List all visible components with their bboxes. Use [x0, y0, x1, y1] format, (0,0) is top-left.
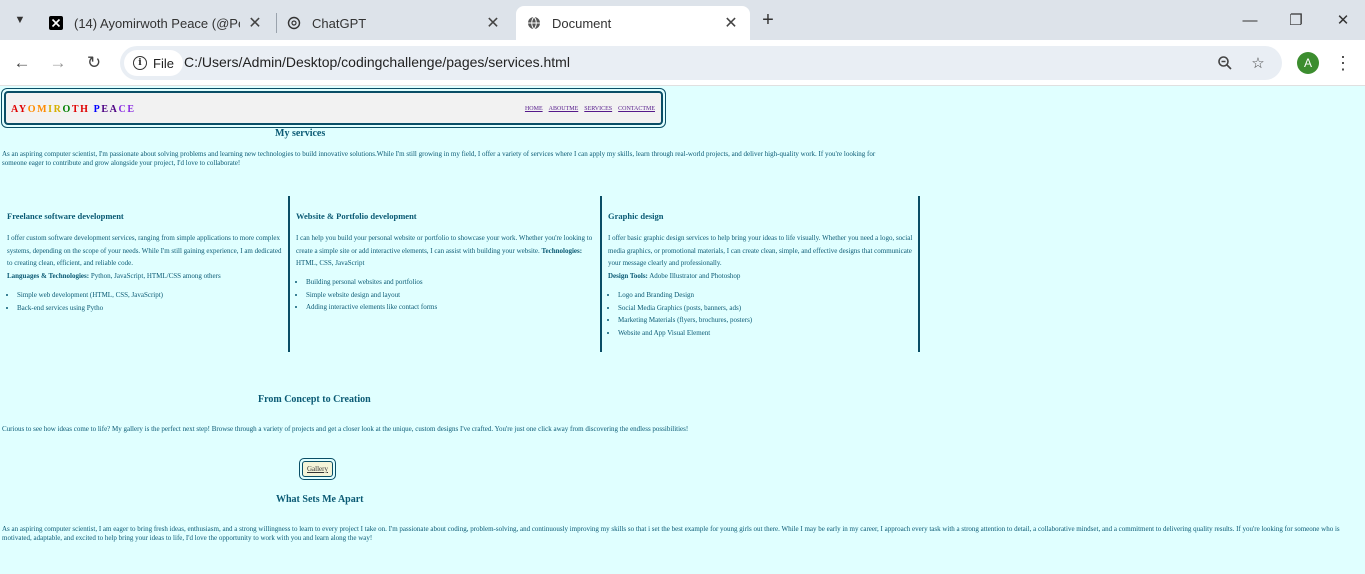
tech-list: HTML, CSS, JavaScript [296, 259, 365, 267]
service-title: Freelance software development [7, 211, 124, 221]
chatgpt-icon [286, 15, 302, 31]
service-column-graphic: Graphic design I offer basic graphic des… [608, 196, 920, 352]
tab-twitter[interactable]: (14) Ayomirwoth Peace (@Peac ✕ [38, 6, 274, 40]
service-title: Graphic design [608, 211, 664, 221]
tech-label: Design Tools: [608, 271, 648, 280]
logo-letter: A [109, 104, 119, 115]
logo-letter: M [37, 104, 49, 115]
site-info-chip[interactable]: i File [124, 50, 183, 76]
logo-letter: O [62, 104, 72, 115]
tab-label: ChatGPT [312, 15, 367, 31]
tab-strip: ▼ (14) Ayomirwoth Peace (@Peac ✕ ChatGPT… [0, 0, 1365, 40]
logo-letter: O [27, 104, 38, 115]
list-item: Simple website design and layout [306, 289, 437, 302]
more-menu-icon[interactable]: ⋮ [1332, 51, 1354, 75]
close-window-icon[interactable]: ✕ [1331, 8, 1355, 32]
service-column-website: Website & Portfolio development I can he… [296, 196, 600, 352]
logo-letter: Y [18, 104, 28, 115]
tab-label: Document [552, 15, 612, 31]
service-desc-text: I offer basic graphic design services to… [608, 234, 913, 267]
url-text[interactable]: C:/Users/Admin/Desktop/codingchallenge/p… [184, 54, 570, 70]
concept-heading: From Concept to Creation [258, 394, 371, 405]
service-list: Building personal websites and portfolio… [296, 276, 437, 314]
x-logo-icon [48, 15, 64, 31]
service-list: Simple web development (HTML, CSS, JavaS… [7, 289, 163, 314]
service-desc-text: I offer custom software development serv… [7, 234, 282, 267]
apart-heading: What Sets Me Apart [276, 494, 364, 505]
column-divider [600, 196, 602, 352]
tech-label: Languages & Technologies: [7, 271, 90, 280]
logo-letter: E [101, 104, 110, 115]
list-item: Back-end services using Pytho [17, 302, 163, 315]
nav-link-services[interactable]: SERVICES [584, 106, 612, 112]
reload-icon[interactable]: ↻ [82, 51, 106, 75]
bookmark-star-icon[interactable]: ☆ [1246, 51, 1270, 75]
nav-link-aboutme[interactable]: ABOUTME [549, 106, 579, 112]
services-intro: As an aspiring computer scientist, I'm p… [2, 150, 876, 167]
page-viewport: AYOMIROTH PEACE HOME ABOUTME SERVICES CO… [0, 86, 1365, 574]
service-list: Logo and Branding Design Social Media Gr… [608, 289, 752, 339]
logo-letter: R [53, 104, 63, 115]
close-tab-icon[interactable]: ✕ [484, 14, 502, 32]
logo-letter: A [11, 104, 19, 115]
site-logo[interactable]: AYOMIROTH PEACE [11, 104, 136, 115]
close-tab-icon[interactable]: ✕ [722, 14, 740, 32]
list-item: Logo and Branding Design [618, 289, 752, 302]
list-item: Building personal websites and portfolio… [306, 276, 437, 289]
column-divider [918, 196, 920, 352]
tab-chatgpt[interactable]: ChatGPT ✕ [276, 6, 512, 40]
concept-text: Curious to see how ideas come to life? M… [2, 425, 689, 433]
zoom-icon[interactable] [1213, 51, 1237, 75]
list-item: Simple web development (HTML, CSS, JavaS… [17, 289, 163, 302]
restore-icon[interactable]: ❐ [1284, 8, 1308, 32]
logo-letter: T [71, 104, 81, 115]
site-info-label: File [153, 55, 174, 71]
service-description: I offer basic graphic design services to… [608, 232, 918, 282]
forward-icon[interactable]: → [46, 51, 70, 75]
browser-toolbar: ← → ↻ i File C:/Users/Admin/Desktop/codi… [0, 40, 1365, 86]
new-tab-icon[interactable]: + [756, 8, 780, 32]
tech-label: Technologies: [541, 246, 583, 255]
service-title: Website & Portfolio development [296, 211, 417, 221]
logo-letter: C [118, 104, 128, 115]
nav-link-contactme[interactable]: CONTACTME [618, 106, 655, 112]
globe-icon [526, 15, 542, 31]
site-nav: HOME ABOUTME SERVICES CONTACTME [525, 106, 655, 112]
logo-letter: E [127, 104, 136, 115]
gallery-button-frame: Gallery [299, 458, 336, 480]
logo-letter: H [80, 104, 90, 115]
minimize-icon[interactable]: — [1238, 8, 1262, 32]
services-heading: My services [275, 128, 326, 139]
tab-label: (14) Ayomirwoth Peace (@Peac [74, 15, 240, 31]
list-item: Adding interactive elements like contact… [306, 301, 437, 314]
service-description: I can help you build your personal websi… [296, 232, 598, 270]
profile-avatar[interactable]: A [1297, 52, 1319, 74]
site-header: AYOMIROTH PEACE HOME ABOUTME SERVICES CO… [1, 88, 666, 128]
back-icon[interactable]: ← [10, 51, 34, 75]
address-bar[interactable]: i File C:/Users/Admin/Desktop/codingchal… [120, 46, 1282, 80]
tech-list: Adobe Illustrator and Photoshop [647, 271, 741, 280]
apart-text: As an aspiring computer scientist, I am … [2, 525, 1340, 542]
nav-link-home[interactable]: HOME [525, 106, 543, 112]
gallery-button[interactable]: Gallery [302, 461, 333, 477]
close-tab-icon[interactable]: ✕ [246, 14, 264, 32]
tab-document[interactable]: Document ✕ [516, 6, 750, 40]
tab-search-chevron-icon[interactable]: ▼ [6, 7, 34, 33]
service-column-software: Freelance software development I offer c… [7, 196, 289, 352]
info-icon: i [133, 56, 147, 70]
list-item: Social Media Graphics (posts, banners, a… [618, 302, 752, 315]
list-item: Website and App Visual Element [618, 327, 752, 340]
service-description: I offer custom software development serv… [7, 232, 287, 282]
column-divider [288, 196, 290, 352]
tech-list: Python, JavaScript, HTML/CSS among other… [89, 271, 221, 280]
list-item: Marketing Materials (flyers, brochures, … [618, 314, 752, 327]
